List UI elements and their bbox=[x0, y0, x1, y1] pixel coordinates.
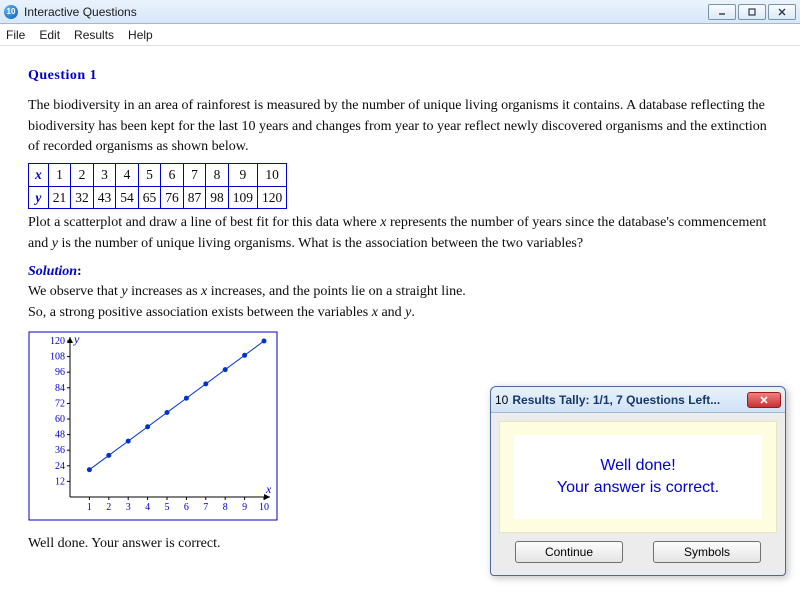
text: increases, and the points lie on a strai… bbox=[207, 284, 466, 299]
cell: 76 bbox=[161, 186, 184, 209]
window-controls bbox=[708, 4, 796, 20]
cell: 5 bbox=[138, 164, 161, 187]
svg-text:7: 7 bbox=[203, 502, 208, 513]
popup-inner: Well done! Your answer is correct. bbox=[514, 435, 762, 519]
row-label: y bbox=[29, 186, 49, 209]
question-prompt: Plot a scatterplot and draw a line of be… bbox=[28, 213, 772, 254]
popup-titlebar: 10 Results Tally: 1/1, 7 Questions Left.… bbox=[491, 387, 785, 413]
solution-line: So, a strong positive association exists… bbox=[28, 303, 772, 323]
close-button[interactable] bbox=[768, 4, 796, 20]
svg-text:120: 120 bbox=[50, 336, 65, 347]
cell: 87 bbox=[183, 186, 206, 209]
svg-text:96: 96 bbox=[55, 367, 65, 378]
svg-text:6: 6 bbox=[184, 502, 189, 513]
svg-text:10: 10 bbox=[259, 502, 269, 513]
table-row: y 21 32 43 54 65 76 87 98 109 120 bbox=[29, 186, 287, 209]
svg-text:2: 2 bbox=[106, 502, 111, 513]
row-label: x bbox=[29, 164, 49, 187]
cell: 1 bbox=[48, 164, 71, 187]
popup-message: Well done! Your answer is correct. bbox=[557, 455, 719, 498]
cell: 65 bbox=[138, 186, 161, 209]
popup-buttons: Continue Symbols bbox=[491, 541, 785, 571]
svg-text:60: 60 bbox=[55, 414, 65, 425]
cell: 120 bbox=[258, 186, 287, 209]
menu-file[interactable]: File bbox=[6, 28, 35, 42]
popup-msg-line2: Your answer is correct. bbox=[557, 479, 719, 496]
cell: 109 bbox=[228, 186, 257, 209]
cell: 10 bbox=[258, 164, 287, 187]
svg-text:108: 108 bbox=[50, 351, 65, 362]
menubar: File Edit Results Help bbox=[0, 24, 800, 46]
svg-text:x: x bbox=[265, 482, 272, 496]
svg-text:9: 9 bbox=[242, 502, 247, 513]
cell: 4 bbox=[116, 164, 139, 187]
cell: 8 bbox=[206, 164, 229, 187]
cell: 9 bbox=[228, 164, 257, 187]
svg-text:8: 8 bbox=[223, 502, 228, 513]
question-body: The biodiversity in an area of rainfores… bbox=[28, 96, 772, 157]
svg-text:4: 4 bbox=[145, 502, 150, 513]
continue-button[interactable]: Continue bbox=[515, 541, 623, 563]
popup-title: Results Tally: 1/1, 7 Questions Left... bbox=[512, 393, 747, 407]
popup-body: Well done! Your answer is correct. bbox=[499, 421, 777, 533]
svg-text:24: 24 bbox=[55, 461, 65, 472]
svg-text:5: 5 bbox=[165, 502, 170, 513]
svg-text:3: 3 bbox=[126, 502, 131, 513]
text: We observe that bbox=[28, 284, 121, 299]
text: and bbox=[378, 305, 405, 320]
menu-results[interactable]: Results bbox=[74, 28, 124, 42]
text: So, a strong positive association exists… bbox=[28, 305, 372, 320]
svg-text:y: y bbox=[73, 332, 80, 346]
svg-text:72: 72 bbox=[55, 398, 65, 409]
solution-line: We observe that y increases as x increas… bbox=[28, 282, 772, 302]
question-title: Question 1 bbox=[28, 66, 772, 86]
cell: 54 bbox=[116, 186, 139, 209]
popup-msg-line1: Well done! bbox=[600, 457, 675, 474]
svg-text:84: 84 bbox=[55, 383, 65, 394]
text: . bbox=[411, 305, 415, 320]
svg-text:1: 1 bbox=[87, 502, 92, 513]
maximize-button[interactable] bbox=[738, 4, 766, 20]
prompt-text: Plot a scatterplot and draw a line of be… bbox=[28, 215, 380, 230]
table-row: x 1 2 3 4 5 6 7 8 9 10 bbox=[29, 164, 287, 187]
cell: 2 bbox=[71, 164, 94, 187]
cell: 7 bbox=[183, 164, 206, 187]
cell: 6 bbox=[161, 164, 184, 187]
app-icon: 10 bbox=[4, 5, 18, 19]
svg-text:48: 48 bbox=[55, 429, 65, 440]
cell: 32 bbox=[71, 186, 94, 209]
menu-help[interactable]: Help bbox=[128, 28, 163, 42]
cell: 98 bbox=[206, 186, 229, 209]
svg-text:12: 12 bbox=[55, 476, 65, 487]
cell: 21 bbox=[48, 186, 71, 209]
titlebar: 10 Interactive Questions bbox=[0, 0, 800, 24]
results-popup: 10 Results Tally: 1/1, 7 Questions Left.… bbox=[490, 386, 786, 576]
cell: 43 bbox=[93, 186, 116, 209]
data-table: x 1 2 3 4 5 6 7 8 9 10 y 21 32 43 54 65 … bbox=[28, 163, 287, 209]
popup-close-button[interactable] bbox=[747, 392, 781, 408]
popup-icon: 10 bbox=[495, 393, 508, 407]
symbols-button[interactable]: Symbols bbox=[653, 541, 761, 563]
menu-edit[interactable]: Edit bbox=[39, 28, 70, 42]
solution-label: Solution bbox=[28, 264, 77, 279]
minimize-button[interactable] bbox=[708, 4, 736, 20]
solution-colon: : bbox=[77, 264, 82, 279]
cell: 3 bbox=[93, 164, 116, 187]
svg-text:36: 36 bbox=[55, 445, 65, 456]
prompt-text: is the number of unique living organisms… bbox=[58, 236, 583, 251]
text: increases as bbox=[128, 284, 201, 299]
window-title: Interactive Questions bbox=[24, 5, 708, 19]
